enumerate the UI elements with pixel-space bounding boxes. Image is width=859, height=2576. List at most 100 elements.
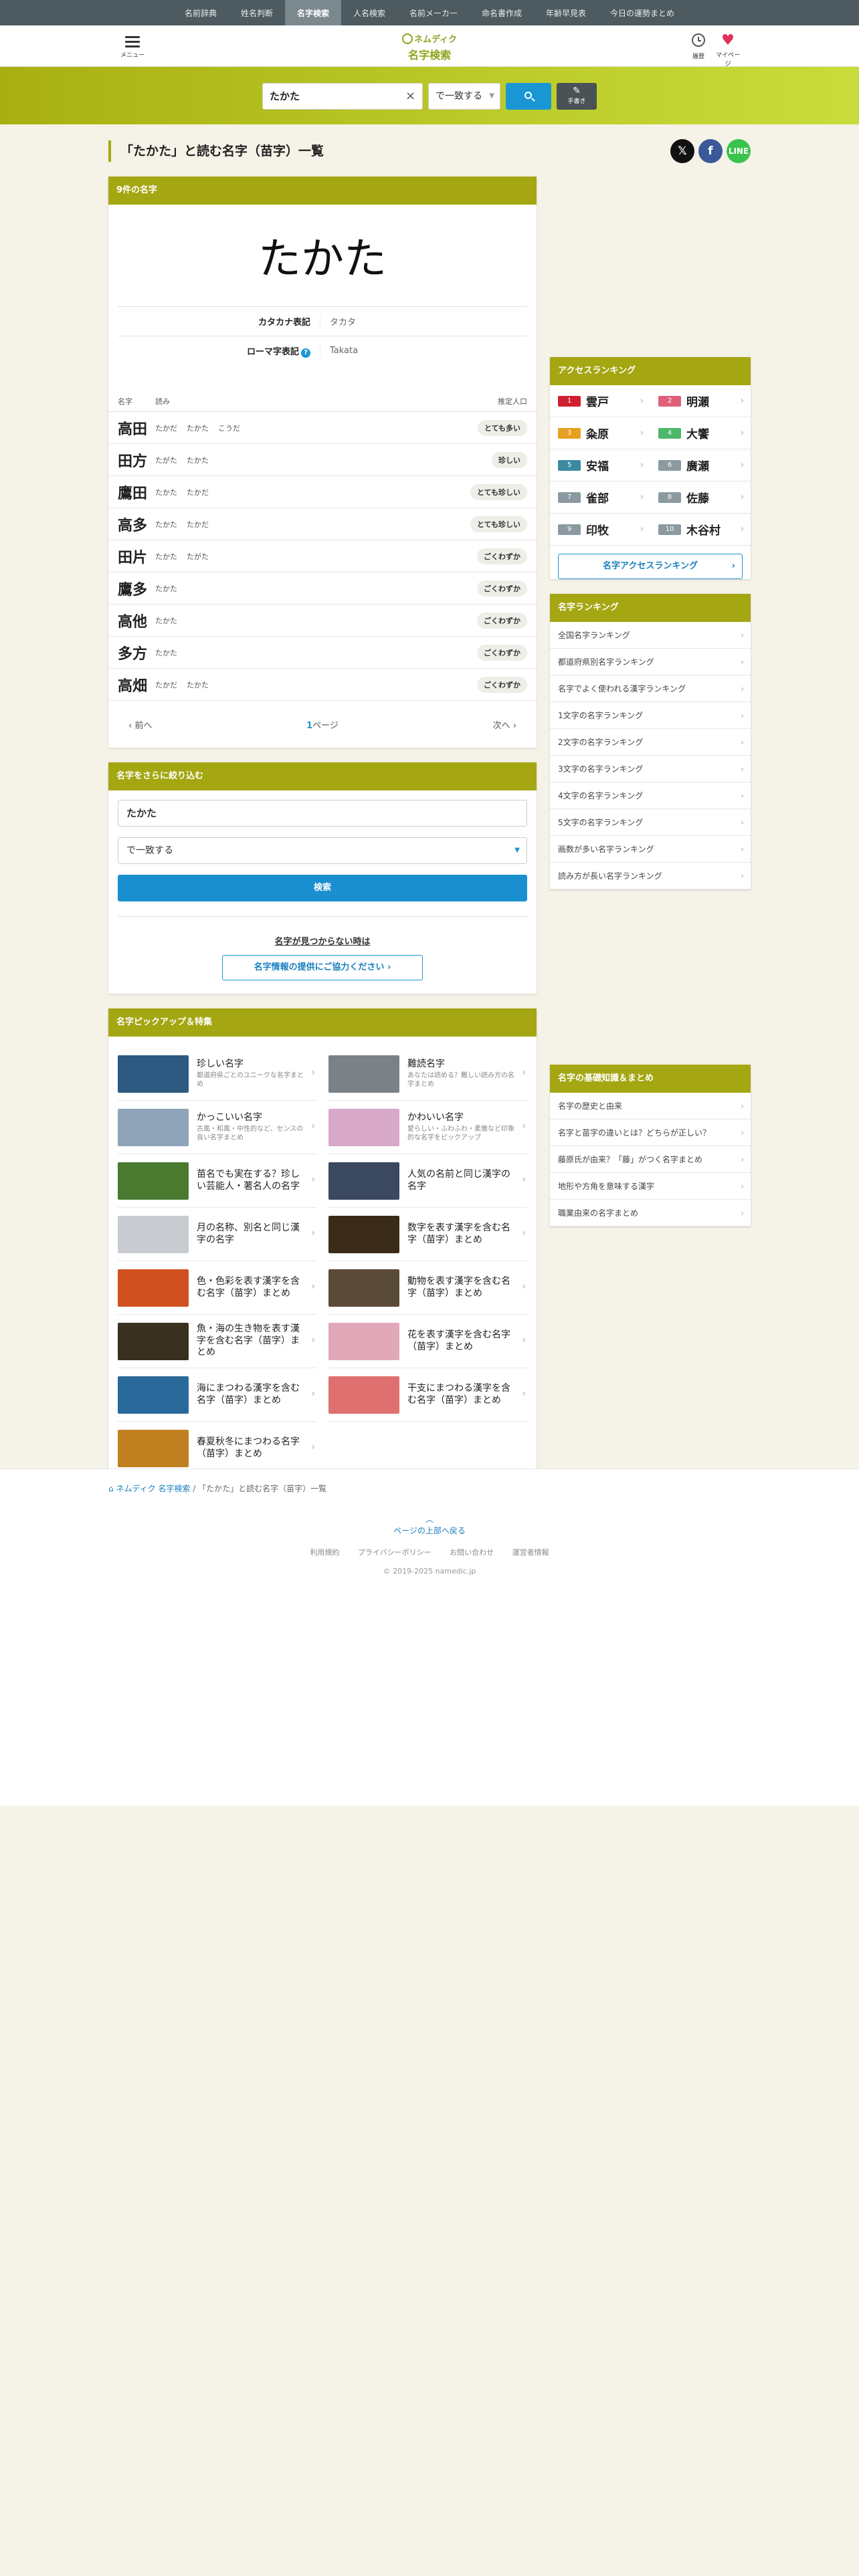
pickup-item[interactable]: 動物を表す漢字を含む名字（苗字）まとめ › <box>328 1261 527 1315</box>
romaji-row: ローマ字表記? Takata <box>118 336 527 365</box>
site-header: メニュー ネムディク 名字検索 履歴 ♥ マイページ <box>0 25 859 68</box>
search-button[interactable] <box>506 83 551 110</box>
nav-item[interactable]: 名前辞典 <box>173 0 229 25</box>
list-item[interactable]: 画数が多い名字ランキング › <box>550 836 751 863</box>
surname: 高畑 <box>118 677 148 695</box>
pickup-thumbnail <box>118 1376 189 1414</box>
pickup-item[interactable]: 難読名字 あなたは読める？難しい読み方の名字まとめ › <box>328 1047 527 1101</box>
x-share-icon[interactable]: 𝕏 <box>670 139 694 163</box>
nav-item[interactable]: 今日の運勢まとめ <box>598 0 686 25</box>
list-item[interactable]: 読み方が長い名字ランキング › <box>550 863 751 889</box>
nav-item[interactable]: 名前メーカー <box>397 0 470 25</box>
list-item[interactable]: 職業由来の名字まとめ › <box>550 1200 751 1226</box>
rank-surname: 粂原 <box>586 428 609 441</box>
chevron-right-icon: › <box>311 1228 315 1239</box>
main-content: 9件の名字 たかた カタカナ表記 タカタ ローマ字表記? Takata 名字 読… <box>108 177 537 1503</box>
pickup-item[interactable]: 色・色彩を表す漢字を含む名字（苗字）まとめ › <box>118 1261 316 1315</box>
handwrite-button[interactable]: ✎ 手書き <box>557 83 597 110</box>
population-badge: ごくわずか <box>477 548 527 564</box>
list-item[interactable]: 藤原氏が由来？「藤」がつく名字まとめ › <box>550 1146 751 1173</box>
refine-mode-select[interactable]: で一致する ▼ <box>118 837 527 864</box>
pickup-item[interactable]: 春夏秋冬にまつわる名字（苗字）まとめ › <box>118 1422 316 1475</box>
population-badge: ごくわずか <box>477 612 527 629</box>
chevron-right-icon: › <box>640 524 644 534</box>
ranking-item[interactable]: 1 雲戸 › <box>550 385 650 417</box>
refine-search-button[interactable]: 検索 <box>118 875 527 901</box>
refine-input[interactable]: たかた <box>118 800 527 827</box>
list-item[interactable]: 1文字の名字ランキング › <box>550 702 751 729</box>
list-item[interactable]: 5文字の名字ランキング › <box>550 809 751 836</box>
breadcrumb-home[interactable]: ⌂ ネムディク 名字検索 <box>108 1484 190 1493</box>
pickup-item[interactable]: 海にまつわる漢字を含む名字（苗字）まとめ › <box>118 1368 316 1422</box>
table-row[interactable]: 田片 たかた たがた ごくわずか <box>108 540 537 572</box>
nav-item[interactable]: 年齢早見表 <box>534 0 598 25</box>
ranking-item[interactable]: 6 廣瀬 › <box>650 449 751 481</box>
pickup-thumbnail <box>118 1269 189 1307</box>
list-item[interactable]: 名字と苗字の違いとは？どちらが正しい？ › <box>550 1119 751 1146</box>
list-item-label: 画数が多い名字ランキング <box>558 845 654 854</box>
ranking-item[interactable]: 4 大饗 › <box>650 417 751 449</box>
page-number: 1 <box>306 720 313 731</box>
history-button[interactable]: 履歴 <box>685 33 712 60</box>
smile-icon <box>401 33 413 44</box>
nav-item[interactable]: 姓名判断 <box>229 0 285 25</box>
ranking-item[interactable]: 3 粂原 › <box>550 417 650 449</box>
rank-number: 4 <box>658 427 681 439</box>
footer-link[interactable]: 運営者情報 <box>512 1548 549 1557</box>
pickup-item[interactable]: かわいい名字 愛らしい・ふわふわ・柔雅など印象的な名字をピックアップ › <box>328 1101 527 1154</box>
chevron-right-icon: › <box>640 460 644 470</box>
list-item[interactable]: 4文字の名字ランキング › <box>550 782 751 809</box>
table-row[interactable]: 多方 たかた ごくわずか <box>108 637 537 669</box>
pickup-item[interactable]: 人気の名前と同じ漢字の名字 › <box>328 1154 527 1208</box>
list-item[interactable]: 3文字の名字ランキング › <box>550 756 751 782</box>
facebook-share-icon[interactable]: f <box>698 139 723 163</box>
pickup-item[interactable]: 珍しい名字 都道府県ごとのユニークな名字まとめ › <box>118 1047 316 1101</box>
footer-link[interactable]: 利用規約 <box>310 1548 339 1557</box>
table-row[interactable]: 鷹田 たかた たかだ とても珍しい <box>108 476 537 508</box>
table-row[interactable]: 鷹多 たかた ごくわずか <box>108 572 537 605</box>
chevron-right-icon: › <box>311 1335 315 1346</box>
chevron-right-icon: › <box>311 1388 315 1399</box>
search-input[interactable]: たかた <box>262 83 423 110</box>
table-row[interactable]: 高他 たかた ごくわずか <box>108 605 537 637</box>
pickup-item[interactable]: 魚・海の生き物を表す漢字を含む名字（苗字）まとめ › <box>118 1315 316 1368</box>
pickup-item[interactable]: かっこいい名字 古風・和風・中性的など、センスの良い名字まとめ › <box>118 1101 316 1154</box>
table-row[interactable]: 高田 たかだ たかた こうだ とても多い <box>108 412 537 444</box>
next-page-link[interactable]: 次へ › <box>493 718 516 731</box>
ranking-button[interactable]: 名字アクセスランキング › <box>558 554 743 579</box>
footer-link[interactable]: お問い合わせ <box>450 1548 494 1557</box>
nav-item-active[interactable]: 名字検索 <box>284 0 341 25</box>
pickup-item[interactable]: 苗名でも実在する？珍しい芸能人・著名人の名字 › <box>118 1154 316 1208</box>
help-icon[interactable]: ? <box>301 348 310 358</box>
ranking-item[interactable]: 2 明瀬 › <box>650 385 751 417</box>
ranking-item[interactable]: 7 雀部 › <box>550 481 650 514</box>
ranking-item[interactable]: 9 印牧 › <box>550 514 650 546</box>
table-row[interactable]: 田方 たがた たかた 珍しい <box>108 444 537 476</box>
list-item[interactable]: 2文字の名字ランキング › <box>550 729 751 756</box>
ranking-item[interactable]: 10 木谷村 › <box>650 514 751 546</box>
footer-link[interactable]: プライバシーポリシー <box>358 1548 432 1557</box>
nav-item[interactable]: 命名書作成 <box>470 0 534 25</box>
table-row[interactable]: 高多 たかた たかだ とても珍しい <box>108 508 537 540</box>
ranking-item[interactable]: 5 安福 › <box>550 449 650 481</box>
pickup-item[interactable]: 数字を表す漢字を含む名字（苗字）まとめ › <box>328 1208 527 1261</box>
list-item[interactable]: 名字でよく使われる漢字ランキング › <box>550 675 751 702</box>
back-to-top-link[interactable]: ︿ ページの上部へ戻る <box>0 1513 859 1536</box>
pickup-item[interactable]: 月の名称、別名と同じ漢字の名字 › <box>118 1208 316 1261</box>
ranking-item[interactable]: 8 佐藤 › <box>650 481 751 514</box>
match-mode-select[interactable]: で一致する ▼ <box>428 83 500 110</box>
list-item[interactable]: 地形や方角を意味する漢字 › <box>550 1173 751 1200</box>
clear-icon[interactable]: × <box>405 89 415 103</box>
pickup-item[interactable]: 干支にまつわる漢字を含む名字（苗字）まとめ › <box>328 1368 527 1422</box>
list-item[interactable]: 都道府県別名字ランキング › <box>550 649 751 675</box>
list-item[interactable]: 名字の歴史と由来 › <box>550 1093 751 1119</box>
contribute-button[interactable]: 名字情報の提供にご協力ください › <box>222 955 423 980</box>
line-share-icon[interactable]: LINE <box>727 139 751 163</box>
prev-page-link[interactable]: ‹ 前へ <box>128 718 152 731</box>
list-item[interactable]: 全国名字ランキング › <box>550 622 751 649</box>
pickup-item[interactable]: 花を表す漢字を含む名字（苗字）まとめ › <box>328 1315 527 1368</box>
mypage-button[interactable]: ♥ マイページ <box>714 33 741 68</box>
nav-item[interactable]: 人名検索 <box>341 0 397 25</box>
table-row[interactable]: 高畑 たかだ たかた ごくわずか <box>108 669 537 701</box>
chevron-right-icon: › <box>741 764 744 774</box>
